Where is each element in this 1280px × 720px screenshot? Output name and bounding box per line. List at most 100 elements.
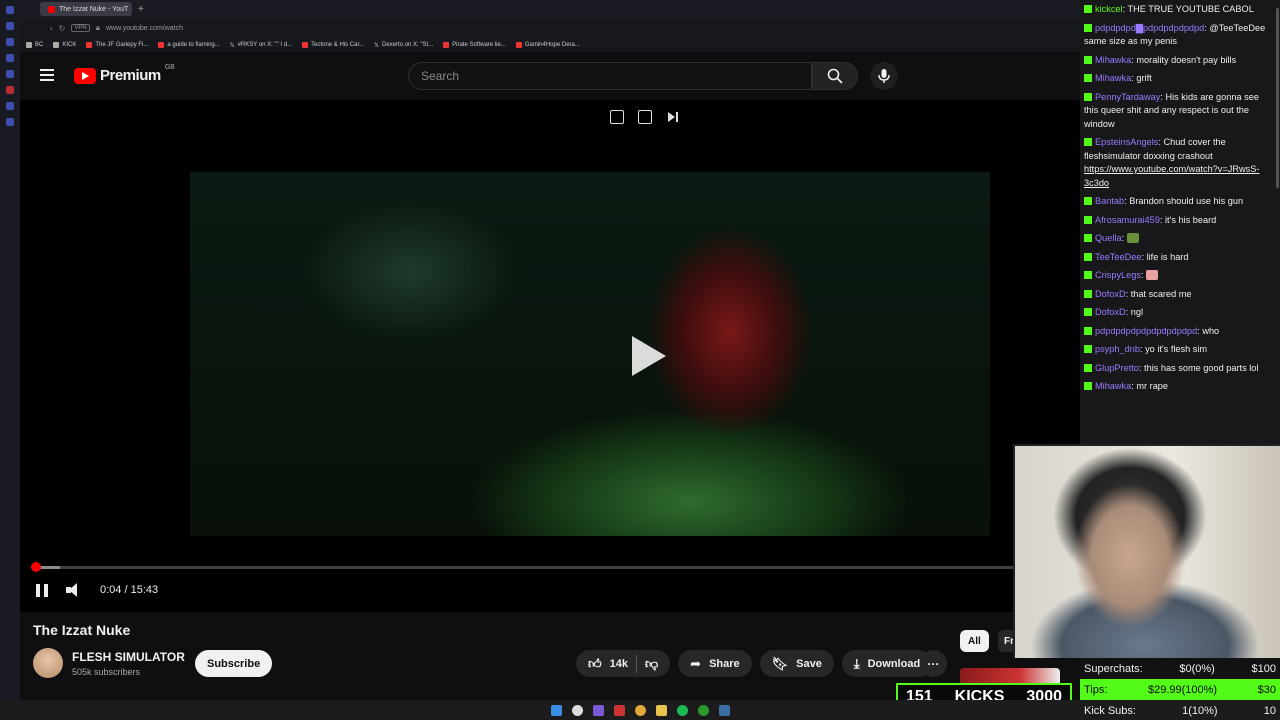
rail-icon[interactable] <box>6 54 14 62</box>
chat-username[interactable]: Bantab <box>1095 196 1124 206</box>
bookmark-item[interactable]: The JF Gariepy Fi... <box>86 42 148 48</box>
kick-badge-icon <box>1084 363 1092 372</box>
rail-icon[interactable] <box>6 118 14 126</box>
search-button[interactable] <box>812 62 858 90</box>
play-overlay-icon[interactable] <box>632 336 666 376</box>
download-button[interactable]: ⤓ Download <box>841 650 933 677</box>
chat-username[interactable]: PennyTardaway <box>1095 92 1160 102</box>
chrome-taskbar-icon[interactable] <box>634 704 646 716</box>
miniplayer-icon[interactable] <box>610 110 624 124</box>
new-tab-icon[interactable]: + <box>138 4 144 15</box>
chat-scrollbar[interactable] <box>1276 8 1279 188</box>
channel-avatar[interactable] <box>33 648 63 678</box>
scrubber-handle[interactable] <box>31 562 42 572</box>
rail-icon[interactable] <box>6 86 14 94</box>
youtube-logo[interactable]: Premium GB <box>74 64 175 84</box>
steam-taskbar-icon[interactable] <box>718 704 730 716</box>
kick-badge-icon <box>1084 271 1092 279</box>
bookmark-item[interactable]: a guide to flaming... <box>158 42 220 48</box>
chat-username[interactable]: DofoxD <box>1095 289 1126 299</box>
thumbs-up-icon[interactable]: 👍︎ <box>588 657 602 670</box>
xbox-taskbar-icon[interactable] <box>697 704 709 716</box>
share-button[interactable]: ➦ Share <box>678 650 752 677</box>
bookmark-item[interactable]: 𝕏 #RKSY on X: "" I d... <box>230 42 292 49</box>
youtube-icon <box>86 42 93 48</box>
search-taskbar-icon[interactable] <box>571 704 583 716</box>
channel-name[interactable]: FLESH SIMULATOR <box>72 650 185 664</box>
chat-username[interactable]: CrispyLegs <box>1095 270 1141 280</box>
kick-badge-icon <box>1084 345 1092 353</box>
kick-badge-icon <box>1084 382 1092 390</box>
bookmark-item[interactable]: KICK <box>53 42 76 48</box>
chat-username[interactable]: DofoxD <box>1095 307 1126 317</box>
video-actions: 👍︎ 14k 👎︎ ➦ Share 🔖︎ Save ⤓ Download <box>576 650 933 677</box>
subscribe-button[interactable]: Subscribe <box>195 650 273 677</box>
chat-username[interactable]: EpsteinsAngels <box>1095 137 1158 147</box>
goal-value: 1(10%) <box>1182 704 1218 717</box>
kick-badge-icon <box>1084 326 1092 335</box>
progress-bar[interactable] <box>31 562 1068 572</box>
bookmark-item[interactable]: BC <box>26 42 43 48</box>
rail-icon[interactable] <box>6 6 14 14</box>
chat-username[interactable]: Mihawka <box>1095 55 1131 65</box>
bookmark-label: a guide to flaming... <box>167 42 220 48</box>
rail-icon[interactable] <box>6 70 14 78</box>
next-video-icon[interactable] <box>666 110 680 124</box>
rail-icon[interactable] <box>6 22 14 30</box>
folder-icon <box>53 42 60 48</box>
folder-taskbar-icon[interactable] <box>655 704 667 716</box>
browser-taskbar-icon[interactable] <box>592 704 604 716</box>
chat-username[interactable]: Afrosamurai459 <box>1095 215 1160 225</box>
goal-value: $29.99(100%) <box>1147 683 1218 696</box>
chip-all[interactable]: All <box>960 630 989 652</box>
kick-badge-icon <box>1084 138 1092 146</box>
vpn-badge[interactable]: VPN <box>71 24 90 32</box>
bookmark-item[interactable]: Gamin4Hope Dera... <box>515 42 580 48</box>
chat-username[interactable]: kickcel <box>1095 4 1123 14</box>
lock-icon: 🔒︎ <box>95 23 100 32</box>
goal-label: Superchats: <box>1084 662 1143 675</box>
app-taskbar-icon[interactable] <box>613 704 625 716</box>
chat-username[interactable]: pdpdpdpd▇pdpdpdpdpdpd <box>1095 23 1204 33</box>
chat-message: pdpdpdpdpdpdpdpdpdpd: who <box>1084 325 1275 339</box>
chat-username[interactable]: TeeTeeDee <box>1095 252 1141 262</box>
thumbs-down-icon[interactable]: 👎︎ <box>645 657 658 670</box>
download-label: Download <box>867 657 921 670</box>
search-input[interactable]: Search <box>408 62 812 90</box>
save-button[interactable]: 🔖︎ Save <box>759 650 834 677</box>
bookmark-item[interactable]: Pirate Software lie... <box>443 42 506 48</box>
search-icon <box>827 68 843 84</box>
menu-icon[interactable] <box>40 69 54 84</box>
chat-username[interactable]: Mihawka <box>1095 73 1131 83</box>
pause-icon[interactable] <box>36 583 48 597</box>
video-player[interactable]: 0:04 / 15:43 <box>20 100 1080 612</box>
more-actions-button[interactable]: ··· <box>920 650 947 677</box>
chat-username[interactable]: Quella <box>1095 233 1122 243</box>
bookmark-label: Gamin4Hope Dera... <box>524 42 580 48</box>
chat-message: Mihawka: grift <box>1084 72 1275 86</box>
chat-username[interactable]: Mihawka <box>1095 381 1131 391</box>
youtube-header: Premium GB Search <box>20 52 1080 100</box>
windows-start-icon[interactable] <box>550 704 562 716</box>
chat-message: Bantab: Brandon should use his gun <box>1084 195 1275 209</box>
voice-search-button[interactable] <box>870 62 898 90</box>
back-icon[interactable]: ‹ <box>50 24 53 33</box>
chat-username[interactable]: pdpdpdpdpdpdpdpdpdpd <box>1095 326 1197 336</box>
rail-icon[interactable] <box>6 102 14 110</box>
url-field[interactable]: www.youtube.com/watch <box>106 25 183 32</box>
spotify-taskbar-icon[interactable] <box>676 704 688 716</box>
like-count[interactable]: 14k <box>610 658 628 670</box>
rail-icon[interactable] <box>6 38 14 46</box>
reload-icon[interactable]: ↻ <box>59 24 66 33</box>
volume-icon[interactable] <box>66 583 82 597</box>
video-frame <box>190 172 990 536</box>
chat-message: Mihawka: morality doesn't pay bills <box>1084 54 1275 68</box>
exit-icon[interactable] <box>638 110 652 124</box>
chat-username[interactable]: GlupPretto <box>1095 363 1139 373</box>
bookmark-item[interactable]: 𝕏 Dexerto on X: "St... <box>374 42 433 49</box>
bookmark-item[interactable]: Tectone & His Car... <box>302 42 364 48</box>
chat-link[interactable]: https://www.youtube.com/watch?v=JRwsS-3c… <box>1084 164 1259 188</box>
browser-tab[interactable]: The Izzat Nuke - YouT <box>40 2 132 16</box>
player-top-controls <box>610 110 680 124</box>
chat-username[interactable]: psyph_dnb <box>1095 344 1140 354</box>
